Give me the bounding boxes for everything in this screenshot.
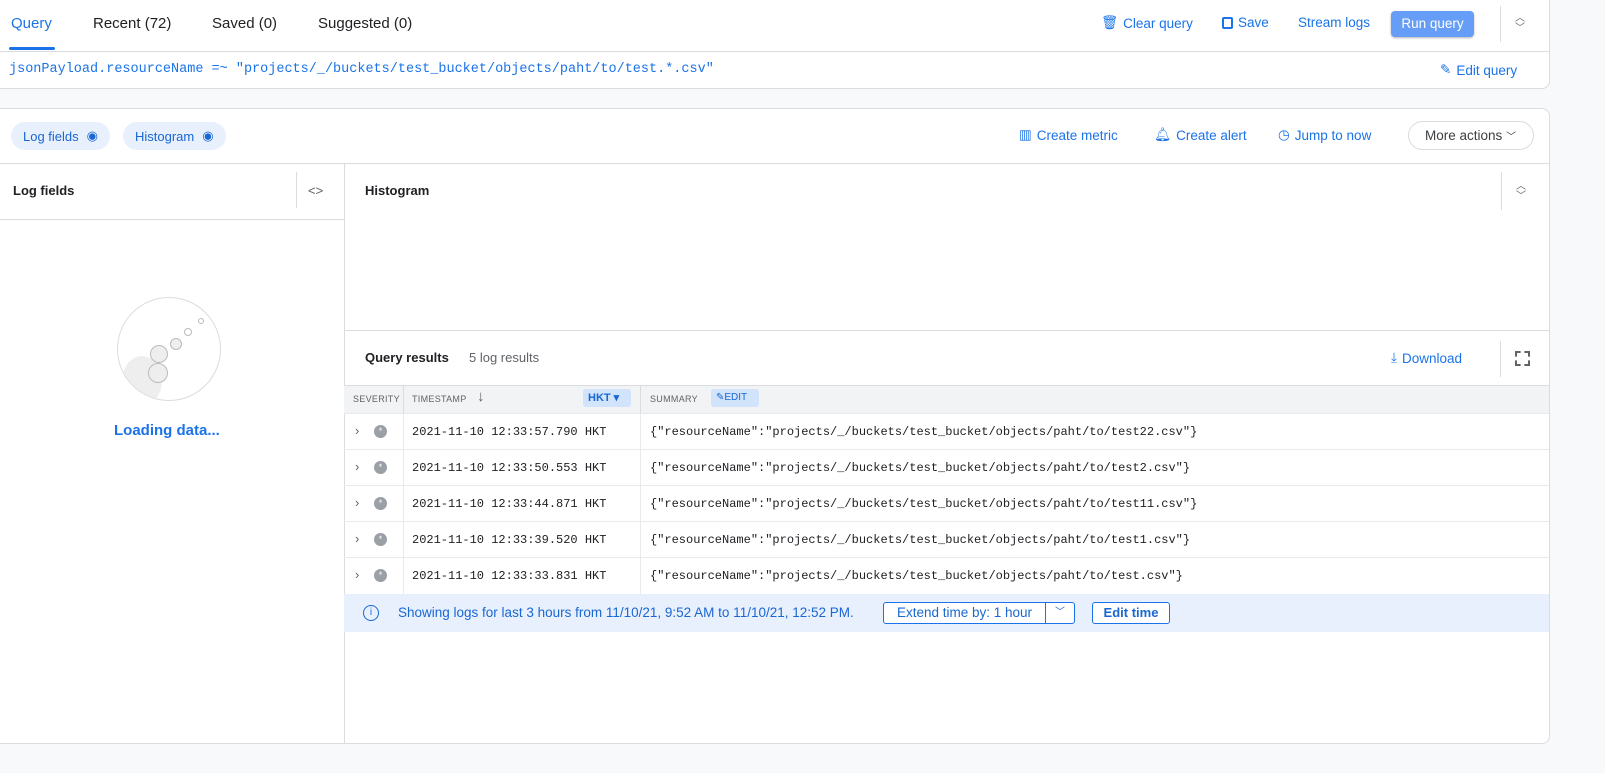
divider [296, 172, 297, 208]
divider [345, 330, 1550, 331]
timestamp: 2021-11-10 12:33:33.831 HKT [412, 569, 607, 583]
tab-suggested[interactable]: Suggested (0) [318, 15, 412, 32]
expand-row-icon[interactable]: › [355, 459, 359, 474]
loading-text: Loading data... [114, 422, 220, 439]
divider [1501, 172, 1502, 210]
divider [0, 219, 344, 220]
summary: {"resourceName":"projects/_/buckets/test… [650, 533, 1191, 547]
divider [0, 51, 1550, 52]
bell-icon: 🔔︎ [1154, 127, 1172, 142]
query-results-title: Query results [365, 350, 449, 365]
timestamp: 2021-11-10 12:33:39.520 HKT [412, 533, 607, 547]
timestamp: 2021-11-10 12:33:57.790 HKT [412, 425, 607, 439]
histogram-toggle[interactable]: Histogram ◉ [123, 122, 226, 150]
expand-row-icon[interactable]: › [355, 423, 359, 438]
column-summary: SUMMARY [650, 394, 698, 404]
severity-default-icon: * [374, 533, 387, 546]
stream-logs-button[interactable]: Stream logs [1298, 15, 1370, 30]
log-row[interactable]: › * 2021-11-10 12:33:39.520 HKT {"resour… [344, 521, 1549, 558]
severity-default-icon: * [374, 461, 387, 474]
tab-indicator [9, 47, 55, 50]
summary: {"resourceName":"projects/_/buckets/test… [650, 569, 1183, 583]
tab-recent[interactable]: Recent (72) [93, 15, 171, 32]
jump-to-now-button[interactable]: ◷ Jump to now [1278, 127, 1371, 143]
histogram-chart[interactable]: 0246 [345, 219, 1550, 331]
log-row[interactable]: › * 2021-11-10 12:33:57.790 HKT {"resour… [344, 413, 1549, 450]
metric-icon: ▥ [1019, 127, 1032, 142]
code-toggle-icon[interactable]: <> [308, 183, 323, 198]
log-fields-toggle[interactable]: Log fields ◉ [11, 122, 110, 150]
expand-row-icon[interactable]: › [355, 531, 359, 546]
expand-row-icon[interactable]: › [355, 495, 359, 510]
loading-illustration [117, 297, 221, 401]
edit-time-button[interactable]: Edit time [1092, 602, 1170, 624]
results-count: 5 log results [469, 350, 540, 365]
more-actions-button[interactable]: More actions ﹀ [1408, 121, 1534, 150]
column-timestamp[interactable]: TIMESTAMP [412, 394, 467, 404]
edit-query-button[interactable]: ✎ Edit query [1440, 62, 1517, 78]
log-fields-title: Log fields [13, 183, 75, 198]
query-card: Query Recent (72) Saved (0) Suggested (0… [0, 0, 1550, 89]
severity-default-icon: * [374, 497, 387, 510]
summary: {"resourceName":"projects/_/buckets/test… [650, 461, 1191, 475]
log-row[interactable]: › * 2021-11-10 12:33:44.871 HKT {"resour… [344, 485, 1549, 522]
create-alert-button[interactable]: 🔔︎ Create alert [1154, 127, 1247, 143]
severity-default-icon: * [374, 425, 387, 438]
eye-icon: ◉ [202, 128, 214, 143]
summary: {"resourceName":"projects/_/buckets/test… [650, 425, 1198, 439]
sort-down-icon[interactable]: ↓ [477, 388, 485, 405]
log-row[interactable]: › * 2021-11-10 12:33:50.553 HKT {"resour… [344, 449, 1549, 486]
time-range-info-bar: i Showing logs for last 3 hours from 11/… [344, 594, 1549, 632]
timestamp: 2021-11-10 12:33:50.553 HKT [412, 461, 607, 475]
divider [1500, 6, 1501, 42]
tab-saved[interactable]: Saved (0) [212, 15, 277, 32]
clock-icon: ◷ [1278, 127, 1290, 142]
info-text: Showing logs for last 3 hours from 11/10… [398, 605, 854, 620]
divider [0, 163, 1550, 164]
timestamp: 2021-11-10 12:33:44.871 HKT [412, 497, 607, 511]
expand-collapse-icon[interactable]: ︿ ﹀ [1516, 182, 1526, 202]
divider [1500, 341, 1501, 377]
timezone-select[interactable]: HKT ▾ [583, 389, 631, 407]
fullscreen-icon[interactable] [1515, 351, 1530, 366]
info-icon: i [363, 605, 379, 621]
trash-icon: 🗑 [1101, 15, 1119, 30]
download-icon: ⤓ [1391, 350, 1397, 365]
edit-summary-button[interactable]: ✎EDIT [711, 389, 759, 407]
extend-time-dropdown[interactable]: ﹀ [1045, 602, 1075, 624]
tab-query[interactable]: Query [11, 15, 52, 32]
pencil-icon: ✎ [1440, 62, 1452, 77]
download-button[interactable]: ⤓ Download [1391, 350, 1462, 366]
save-button[interactable]: Save [1222, 15, 1269, 30]
query-editor[interactable]: jsonPayload.resourceName =~ "projects/_/… [9, 62, 714, 77]
chevron-down-icon: ﹀ [1506, 132, 1517, 143]
run-query-button[interactable]: Run query [1391, 11, 1474, 37]
save-icon [1222, 16, 1233, 29]
column-severity[interactable]: SEVERITY [353, 394, 400, 404]
log-row[interactable]: › * 2021-11-10 12:33:33.831 HKT {"resour… [344, 557, 1549, 594]
histogram-title: Histogram [365, 183, 430, 198]
severity-default-icon: * [374, 569, 387, 582]
summary: {"resourceName":"projects/_/buckets/test… [650, 497, 1198, 511]
create-metric-button[interactable]: ▥ Create metric [1019, 127, 1118, 143]
expand-collapse-icon[interactable]: ︿ ﹀ [1515, 14, 1525, 34]
clear-query-button[interactable]: 🗑 Clear query [1101, 15, 1193, 31]
table-header [344, 385, 1549, 413]
expand-row-icon[interactable]: › [355, 567, 359, 582]
extend-time-button[interactable]: Extend time by: 1 hour [883, 602, 1046, 624]
eye-icon: ◉ [86, 128, 98, 143]
